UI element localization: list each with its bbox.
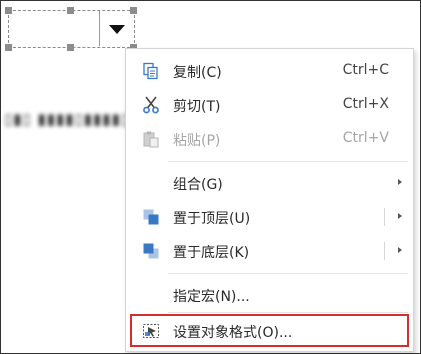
menu-item-label: 组合(G) [173,177,223,193]
menu-item-label: 置于顶层(U) [173,211,251,227]
resize-handle-top-left[interactable] [5,7,12,14]
copy-icon [143,62,158,80]
send-to-back-icon [143,243,159,259]
menu-item-send-to-back[interactable]: 置于底层(K) [130,234,409,268]
menu-item-label: 置于底层(K) [173,245,250,261]
menu-item-shortcut: Ctrl+X [342,96,389,112]
menu-item-label: 粘贴(P) [173,133,221,149]
menu-separator [168,312,408,313]
submenu-arrow-icon[interactable] [398,247,402,253]
menu-item-label: 指定宏(N)... [173,289,250,305]
dropdown-arrow-icon [109,25,125,34]
menu-item-cut[interactable]: 剪切(T) Ctrl+X [130,88,409,122]
resize-handle-top-right[interactable] [130,7,137,14]
menu-item-shortcut: Ctrl+C [342,62,389,78]
submenu-arrow-icon [398,179,402,185]
menu-separator [168,161,408,162]
submenu-divider [384,208,385,226]
bring-to-front-icon [143,209,159,225]
highlight-annotation-box [130,314,409,347]
paste-icon [143,131,159,148]
menu-item-copy[interactable]: 复制(C) Ctrl+C [130,54,409,88]
menu-item-label: 复制(C) [173,65,222,81]
menu-separator [168,273,408,274]
combo-box-control[interactable] [2,7,137,51]
scissors-icon [143,96,159,114]
redacted-cell-text: ▯▮▯ ▮▮▮▮▯▮▮▮▮▯ [4,110,131,128]
resize-handle-bottom-left[interactable] [5,44,12,51]
menu-item-label: 剪切(T) [173,99,221,115]
submenu-arrow-icon[interactable] [398,213,402,219]
menu-item-paste[interactable]: 粘贴(P) Ctrl+V [130,122,409,156]
menu-item-shortcut: Ctrl+V [342,130,389,146]
menu-item-bring-to-front[interactable]: 置于顶层(U) [130,200,409,234]
resize-handle-bottom-middle[interactable] [67,44,74,51]
menu-item-assign-macro[interactable]: 指定宏(N)... [130,278,409,312]
combo-box-edit-area[interactable] [9,11,99,46]
menu-item-group[interactable]: 组合(G) [130,166,409,200]
submenu-divider [384,242,385,260]
combo-box-dropdown-button[interactable] [99,11,133,46]
context-menu: 复制(C) Ctrl+C 剪切(T) Ctrl+X 粘贴(P) Ctrl+V 组… [125,48,414,352]
resize-handle-top-middle[interactable] [67,7,74,14]
